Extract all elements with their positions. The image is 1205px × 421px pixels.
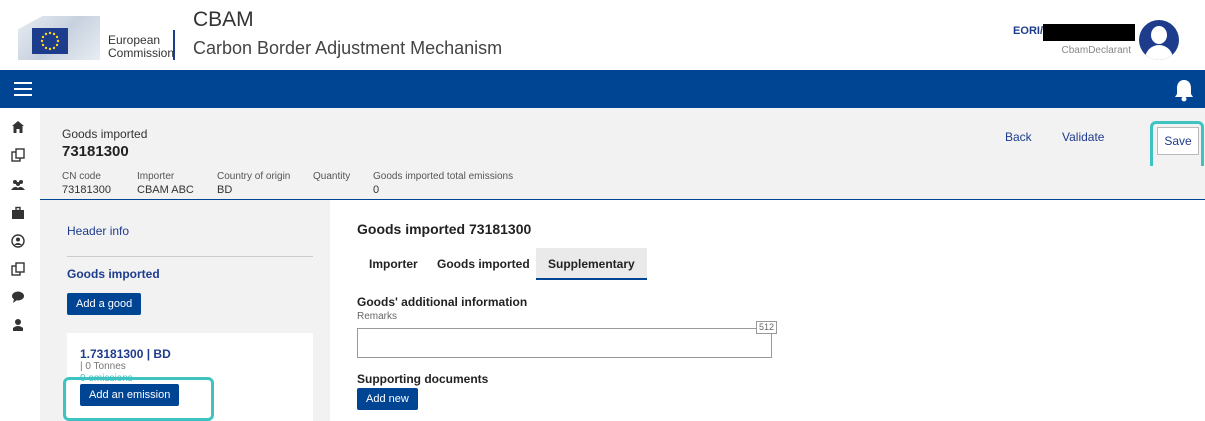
validate-link[interactable]: Validate [1062, 130, 1104, 144]
app-title: CBAM [193, 8, 254, 31]
add-good-button[interactable]: Add a good [67, 293, 142, 315]
eori-label: EORI/ [1013, 25, 1043, 37]
home-icon[interactable] [11, 120, 25, 134]
tab-supplementary[interactable]: Supplementary [536, 248, 647, 280]
add-new-document-button[interactable]: Add new [357, 388, 418, 410]
remarks-char-count: 512 [756, 321, 778, 334]
user-avatar-icon[interactable] [1139, 20, 1179, 60]
user-role: CbamDeclarant [1061, 45, 1131, 56]
additional-info-title: Goods' additional information [357, 295, 528, 309]
summary-total-emissions: Goods imported total emissions 0 [373, 171, 514, 196]
add-emission-highlight [63, 377, 214, 421]
save-highlight [1150, 121, 1204, 171]
eu-flag-icon [32, 28, 68, 54]
page-label: Goods imported [62, 127, 148, 141]
tab-bar: Importer Goods imported Supplementary [357, 248, 657, 280]
summary-quantity: Quantity [313, 171, 351, 182]
remarks-input[interactable] [357, 328, 772, 358]
documents-icon[interactable] [11, 262, 25, 276]
org-line2: Commission [108, 46, 175, 60]
goods-section-title: Goods imported [67, 267, 160, 281]
remarks-label: Remarks [357, 311, 398, 322]
nav-bar [0, 70, 1205, 108]
copy-icon[interactable] [11, 148, 25, 162]
person-icon[interactable] [11, 318, 25, 332]
app-subtitle: Carbon Border Adjustment Mechanism [193, 38, 503, 58]
summary-bar: CN code 73181300 Importer CBAM ABC Country… [40, 166, 1205, 200]
logo-divider [173, 30, 175, 60]
summary-importer: Importer CBAM ABC [137, 171, 194, 196]
good-quantity: | 0 Tonnes [80, 361, 126, 372]
tab-importer[interactable]: Importer [357, 248, 430, 280]
top-header: European Commission CBAM Carbon Border A… [0, 0, 1205, 70]
summary-cn-code: CN code 73181300 [62, 171, 111, 196]
eori-redacted [1043, 24, 1135, 41]
tab-goods-imported[interactable]: Goods imported [425, 248, 542, 280]
users-icon[interactable] [11, 178, 25, 192]
page-title: 73181300 [62, 143, 129, 160]
bell-icon[interactable] [1173, 78, 1195, 102]
page-header: Goods imported 73181300 Back Validate Sa… [40, 108, 1205, 171]
header-info-link[interactable]: Header info [67, 224, 129, 238]
supporting-docs-title: Supporting documents [357, 372, 489, 386]
page-actions: Back Validate Save [1005, 117, 1205, 171]
ec-org-name: European Commission [108, 34, 174, 60]
divider [67, 256, 313, 257]
comment-icon[interactable] [11, 290, 25, 304]
good-title[interactable]: 1.73181300 | BD [80, 347, 171, 361]
user-circle-icon[interactable] [11, 234, 25, 248]
ec-logo[interactable]: European Commission [18, 16, 178, 60]
ec-logo-graphic [18, 16, 100, 60]
back-link[interactable]: Back [1005, 130, 1032, 144]
main-title: Goods imported 73181300 [357, 221, 532, 237]
hamburger-menu-icon[interactable] [14, 82, 32, 96]
user-menu[interactable]: EORI/ CbamDeclarant [993, 18, 1193, 62]
side-rail [0, 108, 40, 421]
summary-country: Country of origin BD [217, 171, 291, 196]
briefcase-icon[interactable] [11, 206, 25, 220]
